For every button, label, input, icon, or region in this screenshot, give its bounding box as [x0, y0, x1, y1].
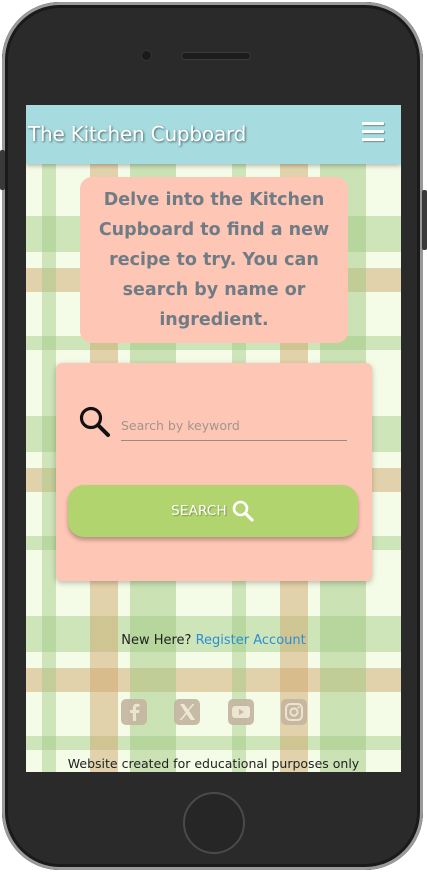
search-icon	[79, 406, 110, 437]
intro-text: Delve into the Kitchen Cupboard to find …	[98, 190, 330, 330]
search-button[interactable]: SEARCH	[68, 485, 358, 537]
speaker-grille	[182, 53, 250, 59]
social-links	[121, 699, 311, 727]
instagram-icon[interactable]	[281, 699, 307, 725]
home-button[interactable]	[183, 792, 245, 854]
camera-icon	[142, 51, 151, 60]
search-button-label: SEARCH	[171, 503, 227, 519]
search-icon	[232, 500, 254, 522]
register-account-link[interactable]: Register Account	[196, 633, 306, 648]
register-line: New Here? Register Account	[26, 633, 401, 648]
phone-side-button-right	[422, 190, 427, 250]
hamburger-menu-icon[interactable]	[362, 122, 384, 142]
intro-card: Delve into the Kitchen Cupboard to find …	[80, 177, 348, 343]
register-prompt: New Here?	[121, 633, 192, 648]
phone-side-button-left	[0, 150, 5, 190]
footer-text: Website created for educational purposes…	[67, 756, 360, 771]
x-icon[interactable]	[174, 699, 200, 725]
search-input[interactable]	[121, 411, 347, 441]
phone-screen: The Kitchen Cupboard Delve into the Kitc…	[26, 105, 401, 772]
navbar: The Kitchen Cupboard	[26, 105, 401, 164]
facebook-icon[interactable]	[121, 699, 147, 725]
search-card: SEARCH	[56, 363, 372, 581]
brand-title[interactable]: The Kitchen Cupboard	[28, 122, 246, 146]
youtube-icon[interactable]	[228, 699, 254, 725]
